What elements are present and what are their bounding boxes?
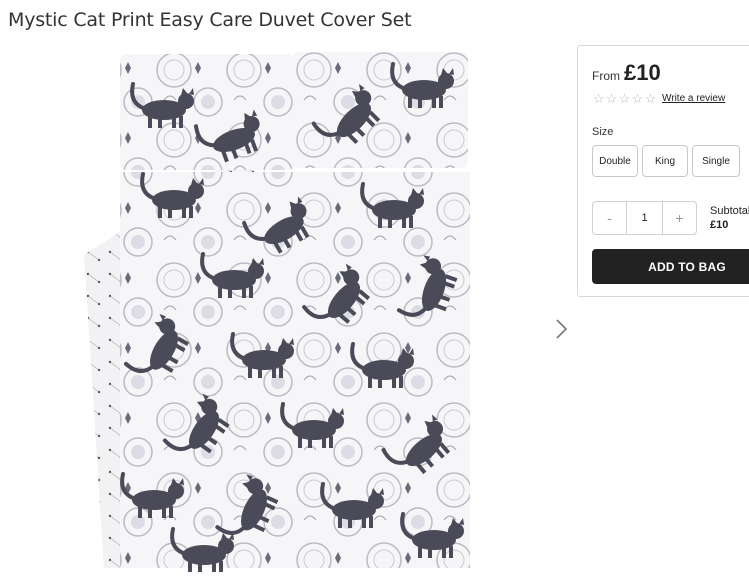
price-row: From £10 [592, 60, 661, 86]
rating-row: ☆ ☆ ☆ ☆ ☆ Write a review [592, 92, 726, 105]
subtotal-value: £10 [710, 219, 729, 231]
purchase-panel: From £10 ☆ ☆ ☆ ☆ ☆ Write a review Size D… [577, 45, 749, 297]
size-options: Double King Single [592, 145, 744, 177]
price-from-label: From [592, 69, 620, 83]
star-outline-icon: ☆ [631, 91, 644, 106]
write-review-link[interactable]: Write a review [662, 93, 725, 104]
quantity-decrease-button[interactable]: - [592, 201, 627, 235]
quantity-increase-button[interactable]: + [662, 201, 697, 235]
star-outline-icon: ☆ [592, 91, 605, 106]
star-rating: ☆ ☆ ☆ ☆ ☆ [592, 92, 657, 105]
add-to-bag-button[interactable]: ADD TO BAG [592, 249, 749, 284]
subtotal-label: Subtotal [710, 205, 749, 217]
quantity-stepper: - + [592, 201, 697, 235]
product-image[interactable] [84, 50, 474, 572]
size-option-double[interactable]: Double [592, 145, 638, 177]
star-outline-icon: ☆ [618, 91, 631, 106]
product-title: Mystic Cat Print Easy Care Duvet Cover S… [8, 9, 412, 31]
price-value: £10 [624, 60, 661, 85]
chevron-right-icon[interactable] [551, 317, 571, 341]
star-outline-icon: ☆ [644, 91, 657, 106]
size-label: Size [592, 126, 614, 138]
size-option-king[interactable]: King [642, 145, 688, 177]
quantity-input[interactable] [627, 201, 662, 235]
star-outline-icon: ☆ [605, 91, 618, 106]
subtotal: Subtotal £10 [710, 204, 749, 232]
product-image-gallery[interactable] [84, 50, 474, 572]
size-option-single[interactable]: Single [692, 145, 740, 177]
